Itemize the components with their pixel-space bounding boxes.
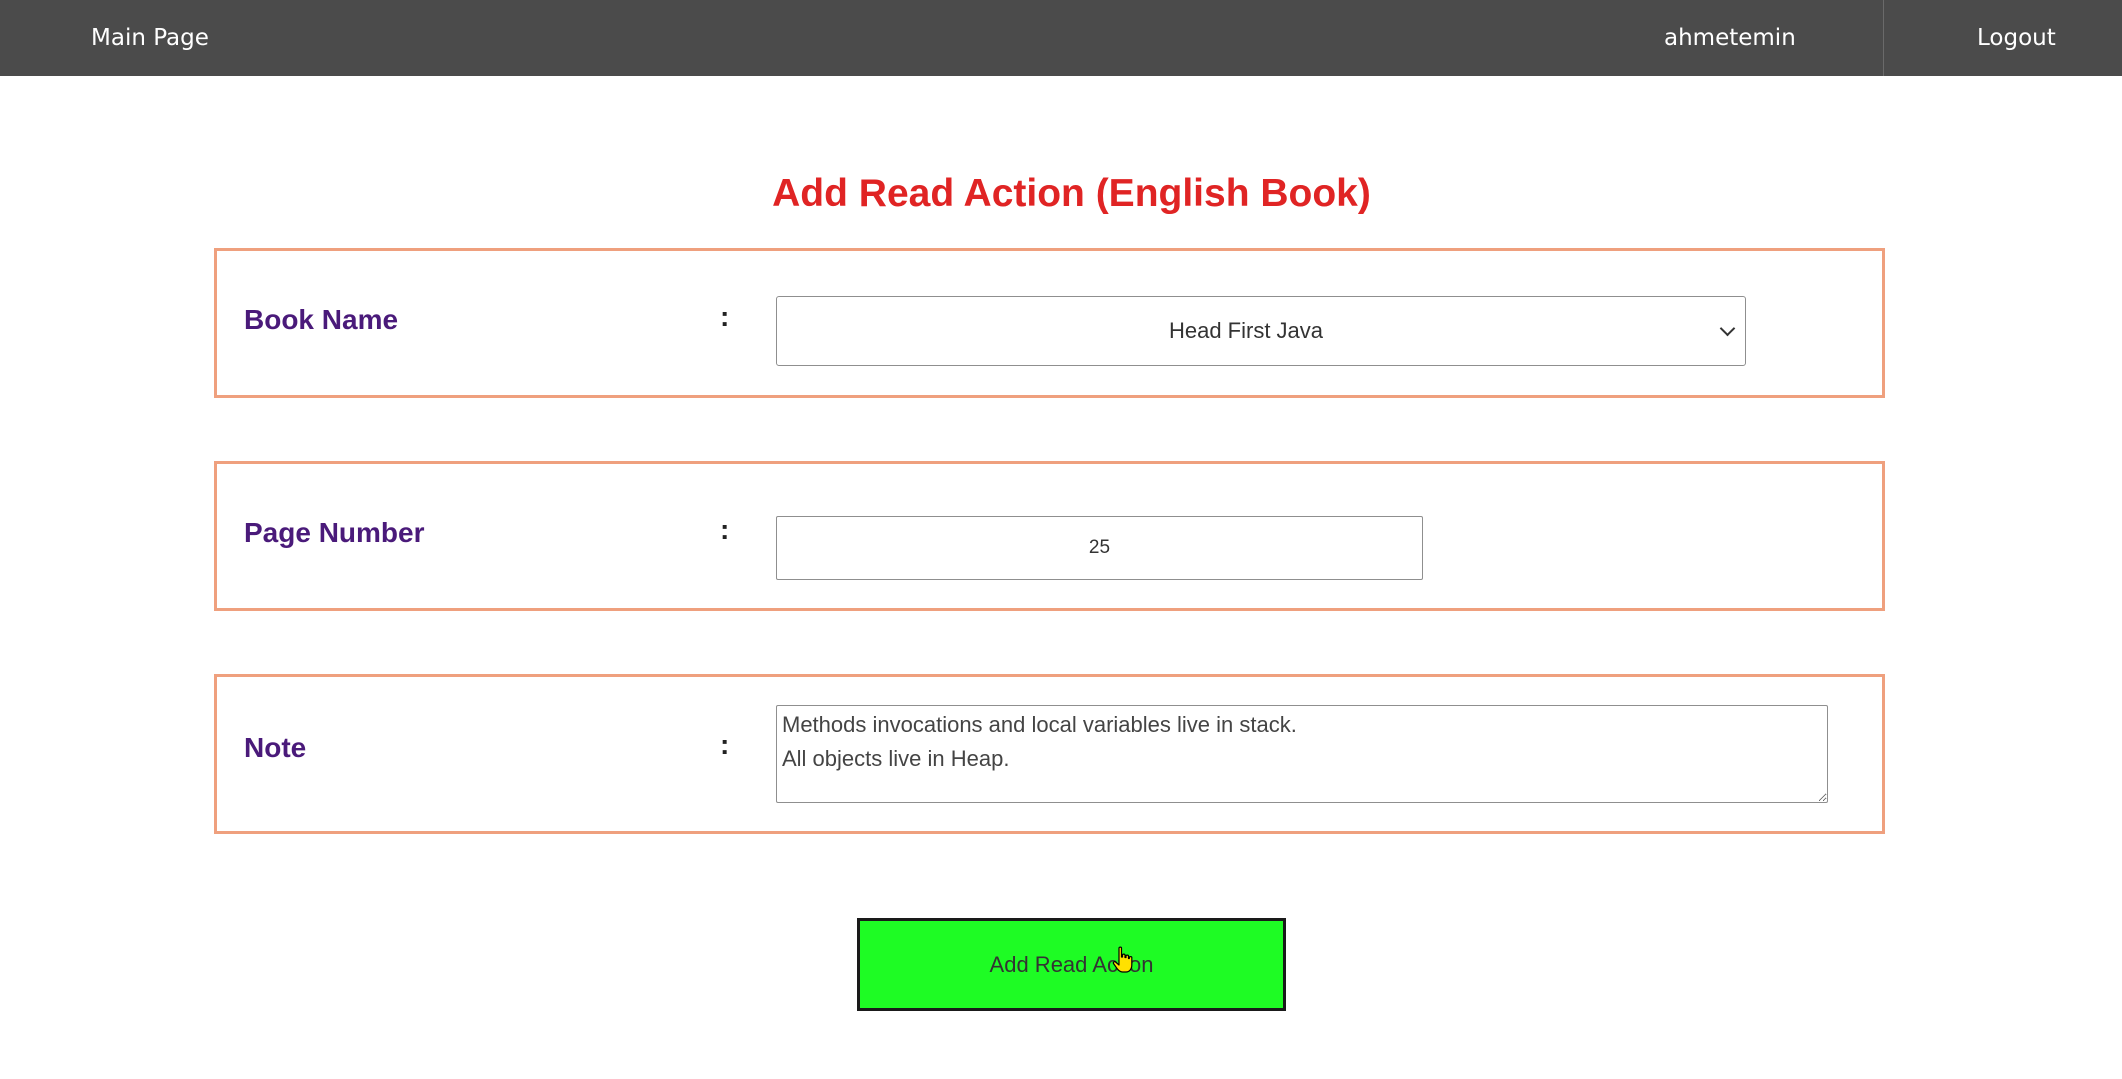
page-number-input[interactable] [776,516,1423,580]
note-textarea[interactable]: Methods invocations and local variables … [776,705,1828,803]
page-title: Add Read Action (English Book) [772,172,1371,215]
nav-divider [1883,0,1884,76]
note-label: Note [244,732,307,763]
page-number-separator: : [720,514,730,545]
top-navigation-bar: Main Page ahmetemin Logout [0,0,2122,76]
hand-pointer-icon [1112,946,1133,973]
book-name-separator: : [720,301,730,332]
page-number-label: Page Number [244,517,425,548]
logout-link[interactable]: Logout [1977,0,2056,76]
add-read-action-button[interactable]: Add Read Action [857,918,1286,1011]
note-row: Note : Methods invocations and local var… [214,674,1885,834]
book-name-label: Book Name [244,304,399,335]
username-link[interactable]: ahmetemin [1664,0,1796,76]
chevron-down-icon [1719,320,1736,337]
note-separator: : [720,729,730,760]
book-name-selected-value: Head First Java [1168,318,1324,343]
page-number-row: Page Number : [214,461,1885,611]
book-name-select[interactable]: Head First Java [776,296,1746,366]
main-page-link[interactable]: Main Page [91,0,209,76]
book-name-row: Book Name : Head First Java [214,248,1885,398]
